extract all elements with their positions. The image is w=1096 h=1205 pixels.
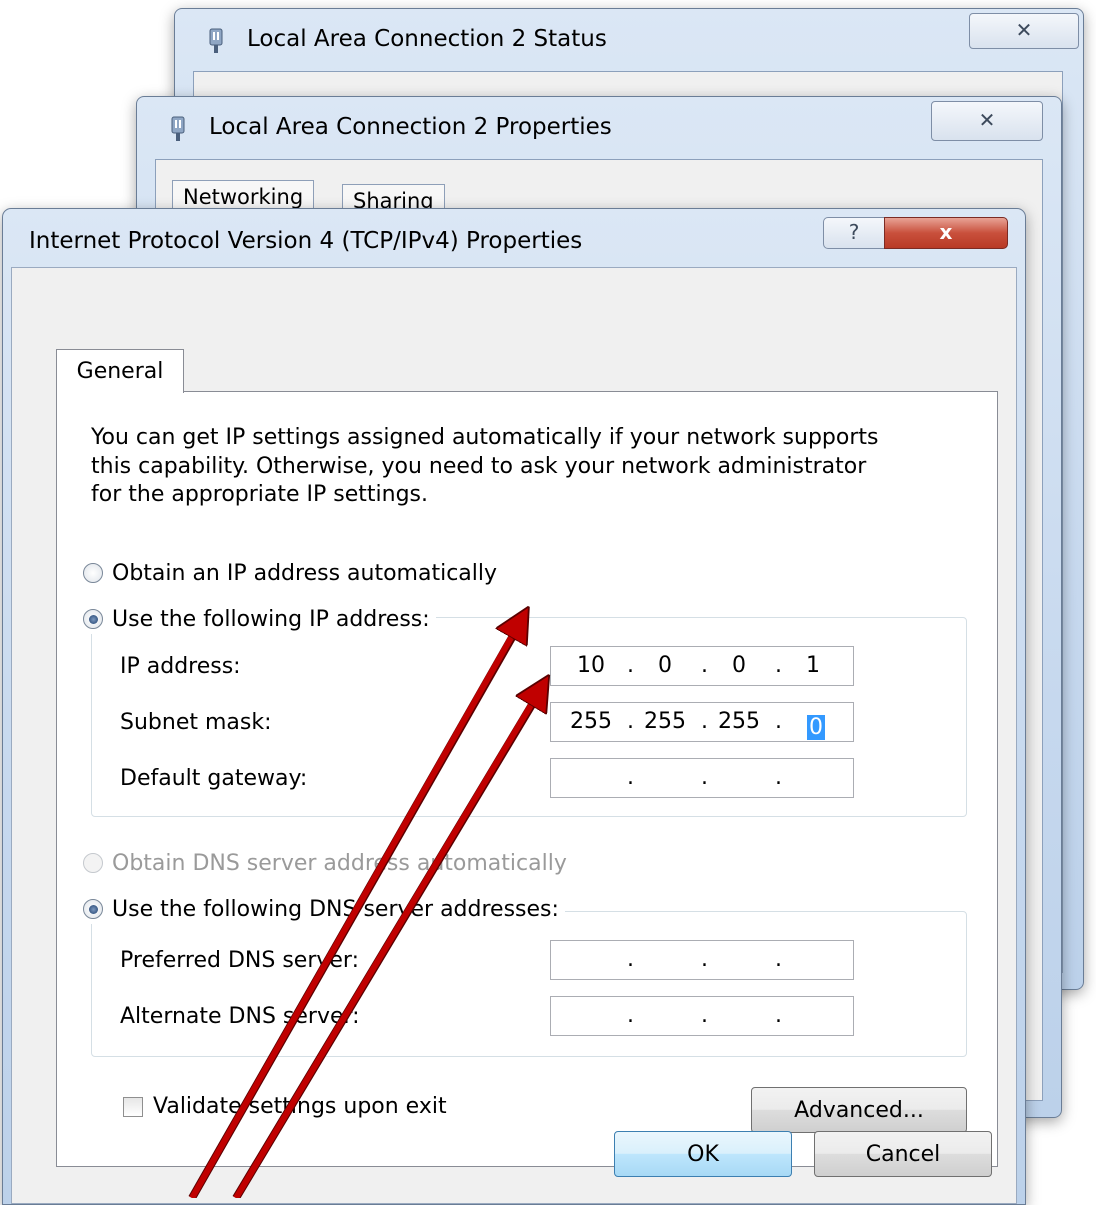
tab-general[interactable]: General — [56, 349, 184, 393]
arrow-to-subnet-mask — [233, 690, 540, 1198]
annotation-arrows — [188, 0, 1096, 1198]
arrow-to-ip-address — [189, 622, 520, 1198]
